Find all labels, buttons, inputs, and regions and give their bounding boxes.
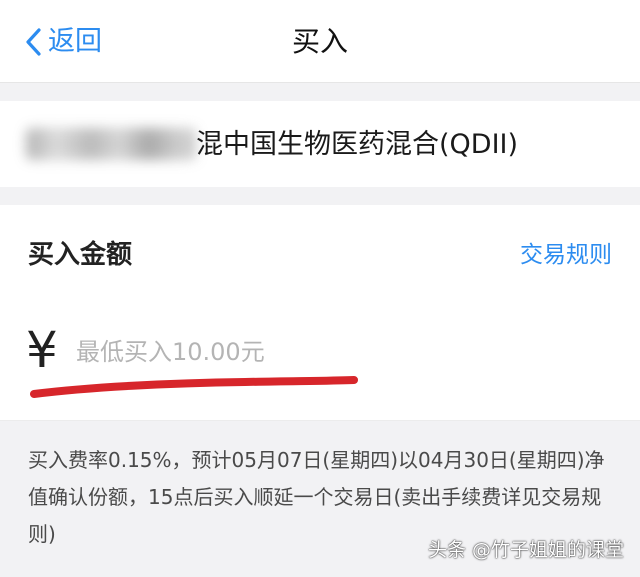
trade-rules-link[interactable]: 交易规则 — [520, 236, 612, 274]
page-title: 买入 — [291, 25, 348, 58]
fund-name: 混中国生物医药混合(QDII) — [196, 129, 519, 160]
red-annotation-underline — [30, 376, 358, 398]
redacted-fund-prefix — [26, 128, 196, 160]
amount-title: 买入金额 — [28, 240, 133, 270]
amount-input[interactable] — [76, 330, 596, 374]
nav-bar: 返回 买入 — [0, 0, 640, 83]
watermark: 头条 @竹子姐姐的课堂 — [427, 539, 624, 561]
yuan-icon: ¥ — [26, 321, 58, 379]
